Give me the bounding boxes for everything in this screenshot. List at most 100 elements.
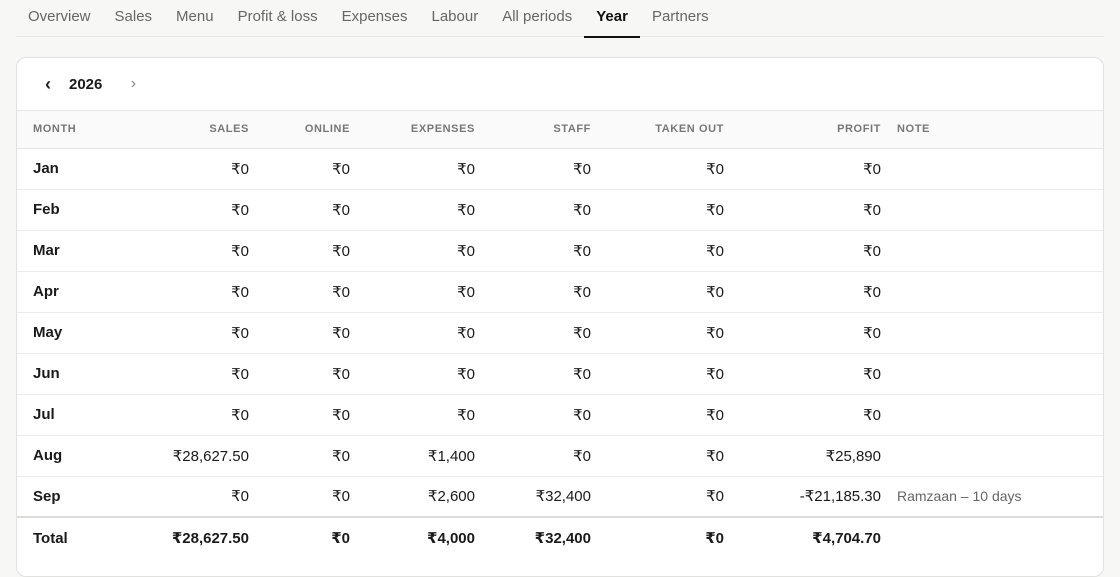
year-summary-card: ‹ 2026 › MONTH SALES ONLINE EXPENSES STA… [16,57,1104,577]
expenses-cell: ₹0 [457,365,475,383]
total-taken-out: ₹0 [705,530,724,547]
month-cell: May [33,324,63,341]
total-sales: ₹28,627.50 [171,530,249,547]
expenses-cell: ₹1,400 [427,447,475,465]
table-row: Feb ₹0 ₹0 ₹0 ₹0 ₹0 ₹0 [17,189,1103,230]
sales-cell: ₹0 [231,365,249,383]
online-cell: ₹0 [332,447,350,465]
profit-cell: ₹0 [863,324,881,342]
taken-out-cell: ₹0 [706,242,724,260]
total-profit: ₹4,704.70 [812,530,881,547]
profit-cell: -₹21,185.30 [799,488,881,506]
chevron-left-icon[interactable]: ‹ [39,75,57,93]
note-cell [881,148,1103,189]
tab-overview[interactable]: Overview [16,0,103,37]
expenses-cell: ₹0 [457,406,475,424]
table-row: Aug ₹28,627.50 ₹0 ₹1,400 ₹0 ₹0 ₹25,890 [17,435,1103,476]
tab-bar: Overview Sales Menu Profit & loss Expens… [16,0,1104,38]
taken-out-cell: ₹0 [706,488,724,506]
month-cell: Jun [33,365,60,382]
table-row: Mar ₹0 ₹0 ₹0 ₹0 ₹0 ₹0 [17,230,1103,271]
taken-out-cell: ₹0 [706,283,724,301]
note-cell [881,189,1103,230]
tab-menu[interactable]: Menu [164,0,226,37]
column-header-profit: PROFIT [724,111,881,149]
online-cell: ₹0 [332,365,350,383]
tab-partners[interactable]: Partners [640,0,721,37]
online-cell: ₹0 [332,488,350,506]
tab-profit-loss[interactable]: Profit & loss [226,0,330,37]
staff-cell: ₹0 [573,447,591,465]
column-header-expenses: EXPENSES [350,111,475,149]
taken-out-cell: ₹0 [706,160,724,178]
chevron-right-icon[interactable]: › [124,75,142,93]
sales-cell: ₹0 [231,160,249,178]
note-cell [881,394,1103,435]
table-header-row: MONTH SALES ONLINE EXPENSES STAFF TAKEN … [17,111,1103,149]
sales-cell: ₹0 [231,242,249,260]
table-row: Sep ₹0 ₹0 ₹2,600 ₹32,400 ₹0 -₹21,185.30 Ramzaan… [17,476,1103,517]
expenses-cell: ₹0 [457,324,475,342]
expenses-cell: ₹0 [457,201,475,219]
note-cell [881,230,1103,271]
profit-cell: ₹0 [863,201,881,219]
online-cell: ₹0 [332,324,350,342]
sales-cell: ₹0 [231,488,249,506]
tab-year[interactable]: Year [584,0,640,38]
note-cell [881,271,1103,312]
total-label: Total [33,529,68,547]
staff-cell: ₹0 [573,242,591,260]
expenses-cell: ₹0 [457,242,475,260]
tab-sales[interactable]: Sales [103,0,165,37]
column-header-staff: STAFF [475,111,591,149]
profit-cell: ₹0 [863,365,881,383]
tab-all-periods[interactable]: All periods [490,0,584,37]
table-row: Jul ₹0 ₹0 ₹0 ₹0 ₹0 ₹0 [17,394,1103,435]
staff-cell: ₹0 [573,283,591,301]
year-label: 2026 [69,75,103,93]
year-table: MONTH SALES ONLINE EXPENSES STAFF TAKEN … [17,111,1103,558]
taken-out-cell: ₹0 [706,324,724,342]
table-row: May ₹0 ₹0 ₹0 ₹0 ₹0 ₹0 [17,312,1103,353]
staff-cell: ₹0 [573,160,591,178]
note-cell [881,312,1103,353]
table-total-row: Total ₹28,627.50 ₹0 ₹4,000 ₹32,400 ₹0 ₹4… [17,517,1103,558]
sales-cell: ₹0 [231,283,249,301]
online-cell: ₹0 [332,242,350,260]
table-row: Jun ₹0 ₹0 ₹0 ₹0 ₹0 ₹0 [17,353,1103,394]
sales-cell: ₹0 [231,201,249,219]
sales-cell: ₹28,627.50 [172,447,249,465]
column-header-online: ONLINE [249,111,350,149]
table-row: Jan ₹0 ₹0 ₹0 ₹0 ₹0 ₹0 [17,148,1103,189]
total-online: ₹0 [331,530,350,547]
profit-cell: ₹0 [863,283,881,301]
month-cell: Sep [33,487,61,505]
month-cell: Apr [33,283,59,300]
profit-cell: ₹25,890 [825,447,881,465]
note-cell [881,353,1103,394]
month-cell: Jul [33,406,55,423]
online-cell: ₹0 [332,160,350,178]
staff-cell: ₹0 [573,324,591,342]
tab-expenses[interactable]: Expenses [330,0,420,37]
total-note [881,517,1103,558]
staff-cell: ₹0 [573,365,591,383]
profit-cell: ₹0 [863,406,881,424]
taken-out-cell: ₹0 [706,365,724,383]
expenses-cell: ₹2,600 [427,488,475,506]
month-cell: Mar [33,242,60,259]
year-navigator: ‹ 2026 › [17,58,1103,111]
tab-labour[interactable]: Labour [419,0,490,37]
profit-cell: ₹0 [863,160,881,178]
month-cell: Jan [33,160,59,177]
staff-cell: ₹32,400 [535,488,591,506]
online-cell: ₹0 [332,283,350,301]
column-header-note: NOTE [881,111,1103,149]
month-cell: Feb [33,201,60,218]
taken-out-cell: ₹0 [706,447,724,465]
column-header-taken-out: TAKEN OUT [591,111,724,149]
sales-cell: ₹0 [231,406,249,424]
column-header-month: MONTH [17,111,135,149]
online-cell: ₹0 [332,406,350,424]
expenses-cell: ₹0 [457,283,475,301]
